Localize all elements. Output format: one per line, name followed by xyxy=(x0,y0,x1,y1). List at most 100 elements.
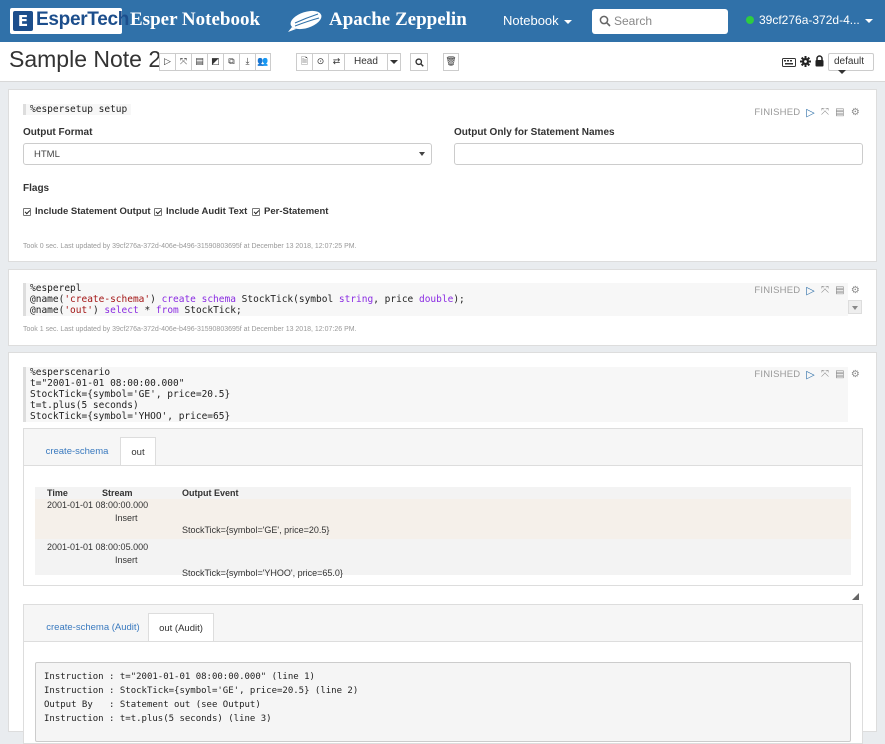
audit-line: Output By : Statement out (see Output) xyxy=(44,700,261,710)
copy-icon: ⧉ xyxy=(228,57,235,67)
interpreter-binding-label: default xyxy=(834,56,865,67)
flag-per-statement[interactable]: Per-Statement xyxy=(252,206,328,217)
delete-toolbar: 🗑 xyxy=(443,53,459,71)
tab-create-schema[interactable]: create-schema xyxy=(36,437,118,465)
user-name: 39cf276a-372d-4... xyxy=(759,13,860,27)
paragraph-controls: FINISHED ▷ ⤧ ▤ ⚙ xyxy=(754,368,860,381)
collaborators-button[interactable]: 👥 xyxy=(255,53,271,71)
search-icon xyxy=(599,15,611,27)
checkbox-checked-icon[interactable] xyxy=(252,207,260,216)
flag-include-statement-output[interactable]: Include Statement Output xyxy=(23,206,151,217)
keyboard-icon[interactable] xyxy=(782,57,796,67)
expand-icon[interactable]: ⤧ xyxy=(821,285,829,296)
note-title[interactable]: Sample Note 2 xyxy=(9,46,161,73)
gear-icon[interactable]: ⚙ xyxy=(851,369,860,380)
expand-icon[interactable]: ⤧ xyxy=(821,107,829,118)
audit-text-area: Instruction : t="2001-01-01 08:00:00.000… xyxy=(24,641,862,743)
gear-icon[interactable] xyxy=(800,56,811,67)
chevron-down-icon xyxy=(838,70,846,75)
code-line: StockTick={symbol='GE', price=20.5} xyxy=(30,389,231,400)
search-placeholder: Search xyxy=(614,14,653,28)
compare-button[interactable]: ⇄ xyxy=(328,53,344,71)
export-note-button[interactable]: ⤓ xyxy=(239,53,255,71)
espertech-logo-mark: E xyxy=(13,11,33,31)
swap-icon: ⇄ xyxy=(332,57,341,67)
expand-icon: ⤧ xyxy=(179,57,188,67)
search-code-button[interactable] xyxy=(410,53,428,71)
revision-dropdown-toggle[interactable] xyxy=(386,53,401,71)
cell-stream: Insert xyxy=(115,513,138,523)
paragraph-setup: %espersetup setup FINISHED ▷ ⤧ ▤ ⚙ Outpu… xyxy=(8,89,877,262)
statement-names-input[interactable] xyxy=(454,143,863,165)
version-toolbar: 🗎 ⊙ ⇄ Head xyxy=(296,53,401,71)
commit-button[interactable]: 🗎 xyxy=(296,53,312,71)
audit-line: Instruction : t="2001-01-01 08:00:00.000… xyxy=(44,672,315,682)
espertech-logo[interactable]: E EsperTech xyxy=(10,8,129,34)
book-icon[interactable]: ▤ xyxy=(835,107,845,118)
code-editor[interactable]: %esperepl @name('create-schema') create s… xyxy=(23,283,848,316)
user-menu[interactable]: 39cf276a-372d-4... xyxy=(746,13,873,27)
note-action-toolbar: ▷ ⤧ ▤ ◩ ⧉ ⤓ 👥 xyxy=(159,53,271,71)
interpreter-binding-button[interactable]: default xyxy=(828,53,874,75)
table-row xyxy=(35,499,851,539)
tab-out-audit[interactable]: out (Audit) xyxy=(148,613,214,641)
paragraph-controls: FINISHED ▷ ⤧ ▤ ⚙ xyxy=(754,284,860,297)
editor-scroll-down[interactable] xyxy=(848,300,862,314)
paragraph-status: FINISHED xyxy=(754,285,801,296)
trash-icon: 🗑 xyxy=(445,57,457,67)
output-format-select[interactable]: HTML xyxy=(23,143,432,165)
espertech-logo-text: EsperTech xyxy=(36,9,130,30)
audit-text: Instruction : t="2001-01-01 08:00:00.000… xyxy=(35,662,851,742)
code-line: %esperscenario xyxy=(30,367,111,378)
tab-create-schema-audit[interactable]: create-schema (Audit) xyxy=(36,613,150,641)
gear-icon[interactable]: ⚙ xyxy=(851,107,860,118)
column-header-time: Time xyxy=(47,488,68,498)
output-format-value: HTML xyxy=(34,149,60,160)
run-all-button[interactable]: ▷ xyxy=(159,53,175,71)
column-header-output-event: Output Event xyxy=(182,488,239,498)
run-paragraph-icon[interactable]: ▷ xyxy=(806,106,815,119)
tab-out[interactable]: out xyxy=(120,437,156,465)
paragraph-meta: Took 0 sec. Last updated by 39cf276a-372… xyxy=(23,243,357,250)
code-editor[interactable]: %espersetup setup xyxy=(23,104,132,115)
toggle-code-button[interactable]: ⤧ xyxy=(175,53,191,71)
code-editor[interactable]: %esperscenario t="2001-01-01 08:00:00.000… xyxy=(23,367,848,422)
audit-line: Instruction : StockTick={symbol='GE', pr… xyxy=(44,686,359,696)
audit-output-panel: create-schema (Audit) out (Audit) Instru… xyxy=(23,604,863,744)
flag-label: Include Audit Text xyxy=(166,206,248,217)
book-icon[interactable]: ▤ xyxy=(835,285,845,296)
clear-output-button[interactable]: ◩ xyxy=(207,53,223,71)
search-input[interactable]: Search xyxy=(592,9,728,34)
toggle-output-button[interactable]: ▤ xyxy=(191,53,207,71)
checkbox-checked-icon[interactable] xyxy=(154,207,162,216)
delete-note-button[interactable]: 🗑 xyxy=(443,53,459,71)
cell-output-event: StockTick={symbol='GE', price=20.5} xyxy=(182,525,330,535)
gear-icon[interactable]: ⚙ xyxy=(851,285,860,296)
notebook-menu[interactable]: Notebook xyxy=(503,13,572,28)
output-format-label: Output Format xyxy=(23,127,93,138)
code-line: @name('create-schema') create schema Sto… xyxy=(30,294,465,305)
cell-stream: Insert xyxy=(115,555,138,565)
book-icon[interactable]: ▤ xyxy=(835,369,845,380)
product-title[interactable]: Esper Notebook xyxy=(130,9,260,31)
set-revision-button[interactable]: ⊙ xyxy=(312,53,328,71)
code-line: %esperepl xyxy=(30,283,82,294)
lock-icon[interactable] xyxy=(815,55,824,67)
run-paragraph-icon[interactable]: ▷ xyxy=(806,284,815,297)
revision-select[interactable]: Head xyxy=(344,53,387,71)
column-header-stream: Stream xyxy=(102,488,133,498)
file-icon: 🗎 xyxy=(300,57,309,67)
zeppelin-title[interactable]: Apache Zeppelin xyxy=(329,9,467,31)
chevron-down-icon xyxy=(389,60,398,64)
download-icon: ⤓ xyxy=(245,57,250,67)
cell-output-event: StockTick={symbol='YHOO', price=65.0} xyxy=(182,568,343,578)
flag-label: Include Statement Output xyxy=(35,206,151,217)
flag-label: Per-Statement xyxy=(264,206,329,217)
expand-icon[interactable]: ⤧ xyxy=(821,369,829,380)
checkbox-checked-icon[interactable] xyxy=(23,207,31,216)
flag-include-audit-text[interactable]: Include Audit Text xyxy=(154,206,247,217)
resize-handle-icon[interactable] xyxy=(852,593,859,600)
clone-note-button[interactable]: ⧉ xyxy=(223,53,239,71)
users-icon: 👥 xyxy=(257,57,269,67)
run-paragraph-icon[interactable]: ▷ xyxy=(806,368,815,381)
